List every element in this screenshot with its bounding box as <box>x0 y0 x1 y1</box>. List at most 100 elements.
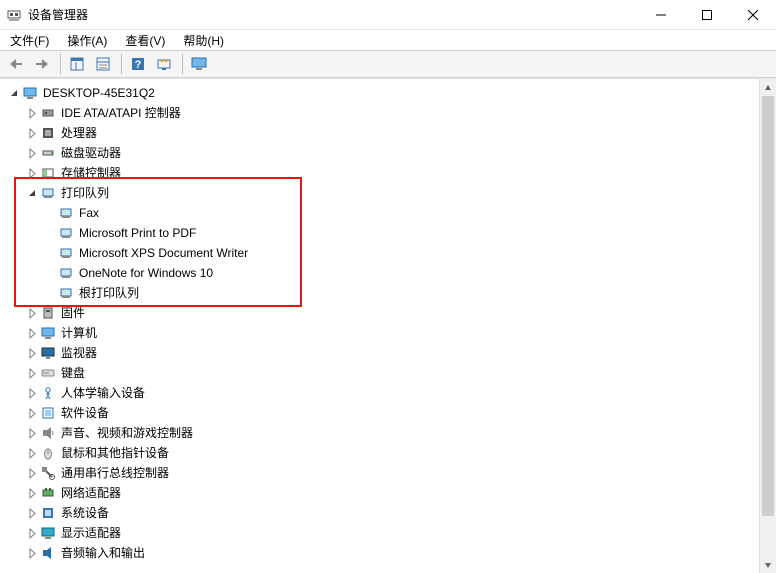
category-label: 音频输入和输出 <box>59 543 147 563</box>
window-title: 设备管理器 <box>28 6 88 23</box>
close-button[interactable] <box>730 0 776 30</box>
menu-file[interactable]: 文件(F) <box>4 31 55 50</box>
printer-icon <box>58 285 74 301</box>
category-label: 系统设备 <box>59 503 111 523</box>
category-icon <box>40 305 56 321</box>
chevron-right-icon[interactable] <box>24 545 40 561</box>
device-label: Microsoft XPS Document Writer <box>77 243 250 263</box>
category-label: 软件设备 <box>59 403 111 423</box>
minimize-button[interactable] <box>638 0 684 30</box>
tree-category[interactable]: 键盘 <box>6 363 759 383</box>
tree-category[interactable]: 声音、视频和游戏控制器 <box>6 423 759 443</box>
tree-root[interactable]: DESKTOP-45E31Q2 <box>6 83 759 103</box>
category-icon <box>40 405 56 421</box>
category-label: 鼠标和其他指针设备 <box>59 443 171 463</box>
chevron-right-icon[interactable] <box>24 165 40 181</box>
chevron-right-icon[interactable] <box>24 525 40 541</box>
category-label: 声音、视频和游戏控制器 <box>59 423 195 443</box>
tree-category[interactable]: 鼠标和其他指针设备 <box>6 443 759 463</box>
tree-category[interactable]: 通用串行总线控制器 <box>6 463 759 483</box>
chevron-right-icon[interactable] <box>24 325 40 341</box>
device-tree[interactable]: DESKTOP-45E31Q2IDE ATA/ATAPI 控制器处理器磁盘驱动器… <box>0 79 759 563</box>
category-icon <box>40 545 56 561</box>
tree-category[interactable]: 计算机 <box>6 323 759 343</box>
properties-button[interactable] <box>91 53 115 75</box>
tree-device[interactable]: Microsoft XPS Document Writer <box>6 243 759 263</box>
chevron-right-icon[interactable] <box>24 385 40 401</box>
category-label: 通用串行总线控制器 <box>59 463 171 483</box>
device-manager-icon <box>6 7 22 23</box>
category-label: 存储控制器 <box>59 163 123 183</box>
device-label: Microsoft Print to PDF <box>77 223 198 243</box>
category-icon <box>40 385 56 401</box>
category-icon <box>40 425 56 441</box>
category-label: 处理器 <box>59 123 99 143</box>
chevron-right-icon[interactable] <box>24 425 40 441</box>
scroll-thumb[interactable] <box>762 96 774 516</box>
chevron-right-icon[interactable] <box>24 305 40 321</box>
menu-help[interactable]: 帮助(H) <box>177 31 230 50</box>
tree-device[interactable]: 根打印队列 <box>6 283 759 303</box>
chevron-right-icon[interactable] <box>24 445 40 461</box>
scan-hardware-button[interactable] <box>152 53 176 75</box>
tree-category[interactable]: 监视器 <box>6 343 759 363</box>
category-label: 网络适配器 <box>59 483 123 503</box>
scroll-down-icon[interactable] <box>760 556 776 573</box>
category-icon <box>40 165 56 181</box>
toolbar: ? <box>0 50 776 78</box>
tree-category[interactable]: 音频输入和输出 <box>6 543 759 563</box>
chevron-down-icon[interactable] <box>24 185 40 201</box>
chevron-right-icon[interactable] <box>24 365 40 381</box>
chevron-right-icon[interactable] <box>24 465 40 481</box>
category-label: IDE ATA/ATAPI 控制器 <box>59 103 183 123</box>
chevron-right-icon[interactable] <box>24 145 40 161</box>
tree-category[interactable]: 人体学输入设备 <box>6 383 759 403</box>
category-icon <box>40 325 56 341</box>
monitor-button[interactable] <box>187 53 211 75</box>
tree-category[interactable]: 磁盘驱动器 <box>6 143 759 163</box>
menu-action[interactable]: 操作(A) <box>61 31 113 50</box>
category-label: 人体学输入设备 <box>59 383 147 403</box>
chevron-right-icon[interactable] <box>24 345 40 361</box>
menu-view[interactable]: 查看(V) <box>119 31 171 50</box>
help-button[interactable]: ? <box>126 53 150 75</box>
nav-forward-button[interactable] <box>30 53 54 75</box>
maximize-button[interactable] <box>684 0 730 30</box>
chevron-right-icon[interactable] <box>24 485 40 501</box>
category-icon <box>40 485 56 501</box>
tree-category[interactable]: 显示适配器 <box>6 523 759 543</box>
category-icon <box>40 345 56 361</box>
chevron-down-icon[interactable] <box>6 85 22 101</box>
category-label: 打印队列 <box>59 183 111 203</box>
chevron-right-icon[interactable] <box>24 505 40 521</box>
category-label: 显示适配器 <box>59 523 123 543</box>
tree-category[interactable]: 打印队列 <box>6 183 759 203</box>
chevron-right-icon[interactable] <box>24 105 40 121</box>
tree-device[interactable]: Microsoft Print to PDF <box>6 223 759 243</box>
tree-category[interactable]: 网络适配器 <box>6 483 759 503</box>
tree-category[interactable]: 处理器 <box>6 123 759 143</box>
tree-category[interactable]: 存储控制器 <box>6 163 759 183</box>
category-icon <box>40 105 56 121</box>
category-label: 键盘 <box>59 363 87 383</box>
scroll-up-icon[interactable] <box>760 79 776 96</box>
category-icon <box>40 445 56 461</box>
tree-category[interactable]: IDE ATA/ATAPI 控制器 <box>6 103 759 123</box>
chevron-right-icon[interactable] <box>24 405 40 421</box>
chevron-right-icon[interactable] <box>24 125 40 141</box>
nav-back-button[interactable] <box>4 53 28 75</box>
tree-category[interactable]: 软件设备 <box>6 403 759 423</box>
printer-icon <box>58 245 74 261</box>
printer-icon <box>58 225 74 241</box>
category-label: 固件 <box>59 303 87 323</box>
toolbar-separator <box>182 54 183 74</box>
category-icon <box>40 185 56 201</box>
tree-category[interactable]: 系统设备 <box>6 503 759 523</box>
tree-category[interactable]: 固件 <box>6 303 759 323</box>
svg-text:?: ? <box>135 59 142 71</box>
show-hide-tree-button[interactable] <box>65 53 89 75</box>
printer-icon <box>58 265 74 281</box>
tree-device[interactable]: Fax <box>6 203 759 223</box>
vertical-scrollbar[interactable] <box>759 79 776 573</box>
tree-device[interactable]: OneNote for Windows 10 <box>6 263 759 283</box>
